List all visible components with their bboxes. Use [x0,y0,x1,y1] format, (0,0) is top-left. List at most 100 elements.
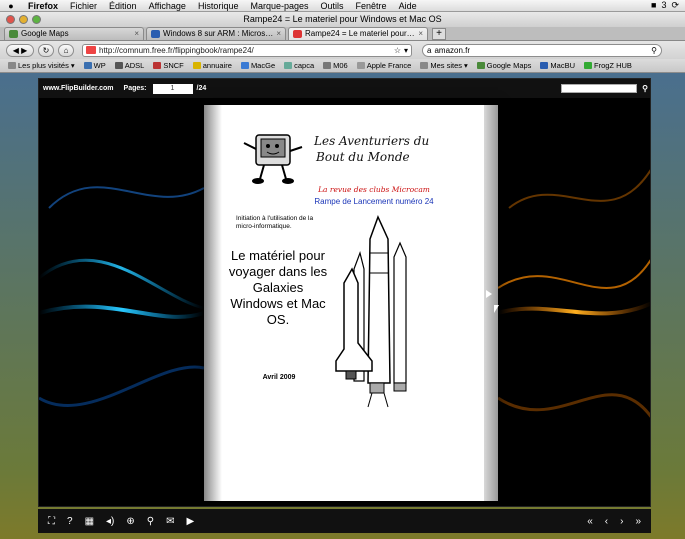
flipbook-viewer: www.FlipBuilder.com Pages: 1 /24 ⚲ Les A… [38,78,651,507]
url-bar[interactable]: http://comnum.free.fr/flippingbook/rampe… [82,43,412,57]
amazon-engine-icon[interactable]: a [427,46,431,55]
sync-icon[interactable]: ⟳ [671,0,679,11]
minimize-window-icon[interactable] [19,15,28,24]
bookmark-adsl[interactable]: ADSL [114,61,144,70]
apple-icon[interactable]: ● [0,1,22,11]
first-page-icon[interactable]: « [587,516,593,527]
tab-label: Windows 8 sur ARM : Microsoft ... [163,29,274,38]
tab-label: Rampe24 = Le materiel pour Wi... [305,29,416,38]
tab-bar: Google Maps × Windows 8 sur ARM : Micros… [0,27,685,41]
bookmark-macbu[interactable]: MacBU [540,61,575,70]
capca-icon [284,62,293,69]
menu-firefox[interactable]: Firefox [22,1,64,11]
close-tab-icon[interactable]: × [276,28,281,40]
google-maps-icon [476,62,485,69]
flipbook-search-input[interactable] [561,84,638,93]
close-window-icon[interactable] [6,15,15,24]
home-button[interactable]: ⌂ [58,43,74,57]
apple-icon [356,62,365,69]
tab-rampe24[interactable]: Rampe24 = Le materiel pour Wi... × [288,27,428,40]
bookmark-frogz-hub[interactable]: FrogZ HUB [584,61,632,70]
folder-icon [8,62,16,69]
page-edge-shadow [484,105,498,501]
last-page-icon[interactable]: » [635,516,641,527]
bookmark-label: MacGe [250,61,276,70]
bookmark-capca[interactable]: capca [284,61,314,70]
bookmark-google-maps[interactable]: Google Maps [476,61,531,70]
close-tab-icon[interactable]: × [418,28,423,40]
menu-edition[interactable]: Édition [103,1,143,11]
wp-icon [83,62,92,69]
navigation-toolbar: ◀ ▶ ↻ ⌂ http://comnum.free.fr/flippingbo… [0,41,685,59]
back-forward-button[interactable]: ◀ ▶ [6,43,34,57]
email-icon[interactable]: ✉ [166,516,174,527]
menu-aide[interactable]: Aide [393,1,423,11]
close-tab-icon[interactable]: × [134,28,139,40]
bookmark-mes-sites[interactable]: Mes sites ▾ [420,61,468,70]
site-favicon-icon [151,30,160,38]
menu-outils[interactable]: Outils [315,1,350,11]
mac-menubar: ● Firefox Fichier Édition Affichage Hist… [0,0,685,12]
flipbuilder-brand-link[interactable]: www.FlipBuilder.com [43,85,114,92]
search-icon[interactable]: ⚲ [651,46,657,55]
menu-fenetre[interactable]: Fenêtre [350,1,393,11]
menu-marque-pages[interactable]: Marque-pages [244,1,314,11]
menu-historique[interactable]: Historique [192,1,245,11]
cover-title-line2: Bout du Monde [316,150,410,164]
cover-title: Les Aventuriers du Bout du Monde [314,133,429,165]
cover-issue: Rampe de Lancement numéro 24 [314,197,434,206]
menu-fichier[interactable]: Fichier [64,1,103,11]
cover-title-line1: Les Aventuriers du [314,134,430,148]
bookmark-annuaire[interactable]: annuaire [192,61,232,70]
bookmark-label: annuaire [202,61,232,70]
bookmark-macge[interactable]: MacGe [240,61,276,70]
page-number-input[interactable]: 1 [152,83,193,94]
zoom-window-icon[interactable] [32,15,41,24]
page-content: www.FlipBuilder.com Pages: 1 /24 ⚲ Les A… [0,73,685,539]
bookmark-m06[interactable]: M06 [323,61,348,70]
status-icon[interactable]: ■ [651,0,656,11]
bookmark-sncf[interactable]: SNCF [153,61,184,70]
free-favicon-icon [293,30,302,38]
tab-windows8[interactable]: Windows 8 sur ARM : Microsoft ... × [146,27,286,40]
new-tab-button[interactable]: + [432,28,446,40]
sound-icon[interactable]: ◂) [106,516,114,527]
bookmark-wp[interactable]: WP [83,61,106,70]
next-page-arrow-icon[interactable] [486,290,492,298]
bookmark-label: M06 [333,61,348,70]
window-controls [6,15,41,24]
zoom-in-icon[interactable]: ⊕ [126,516,134,527]
menu-affichage[interactable]: Affichage [143,1,192,11]
annuaire-icon [192,62,201,69]
next-page-icon[interactable]: › [620,516,623,527]
reload-button[interactable]: ↻ [38,43,54,57]
bookmark-label: SNCF [163,61,184,70]
autoplay-icon[interactable]: ▶ [186,516,194,527]
thumbnails-icon[interactable]: ▦ [85,516,94,527]
adsl-icon [114,62,123,69]
macbu-icon [540,62,549,69]
bookmark-star-icon[interactable]: ☆ [394,46,401,55]
cover-headline: Le matériel pour voyager dans les Galaxi… [228,248,328,327]
bookmark-les-plus-visites[interactable]: Les plus visités ▾ [8,61,75,70]
bookmark-label: Mes sites [430,61,463,70]
page-spine-shadow [204,105,222,501]
search-icon[interactable]: ⚲ [147,516,154,527]
window-titlebar: Rampe24 = Le materiel pour Windows et Ma… [0,12,685,27]
tab-google-maps[interactable]: Google Maps × [4,27,144,40]
search-icon[interactable]: ⚲ [642,84,648,93]
bookmark-apple-france[interactable]: Apple France [356,61,411,70]
google-maps-favicon-icon [9,30,18,38]
status-count[interactable]: 3 [661,0,666,11]
cover-subtitle: La revue des clubs Microcam [318,185,430,194]
help-icon[interactable]: ? [67,516,73,527]
prev-page-icon[interactable]: ‹ [605,516,608,527]
space-shuttle-icon [335,215,407,408]
search-input[interactable]: amazon.fr [434,46,648,55]
bookmarks-toolbar: Les plus visités ▾ WP ADSL SNCF annuaire… [0,59,685,73]
flipbook-page[interactable]: Les Aventuriers du Bout du Monde La revu… [204,105,498,501]
url-dropdown-icon[interactable]: ▾ [404,46,408,55]
url-text[interactable]: http://comnum.free.fr/flippingbook/rampe… [99,46,391,55]
search-bar[interactable]: a amazon.fr ⚲ [422,43,662,57]
fullscreen-icon[interactable]: ⛶ [48,516,55,527]
